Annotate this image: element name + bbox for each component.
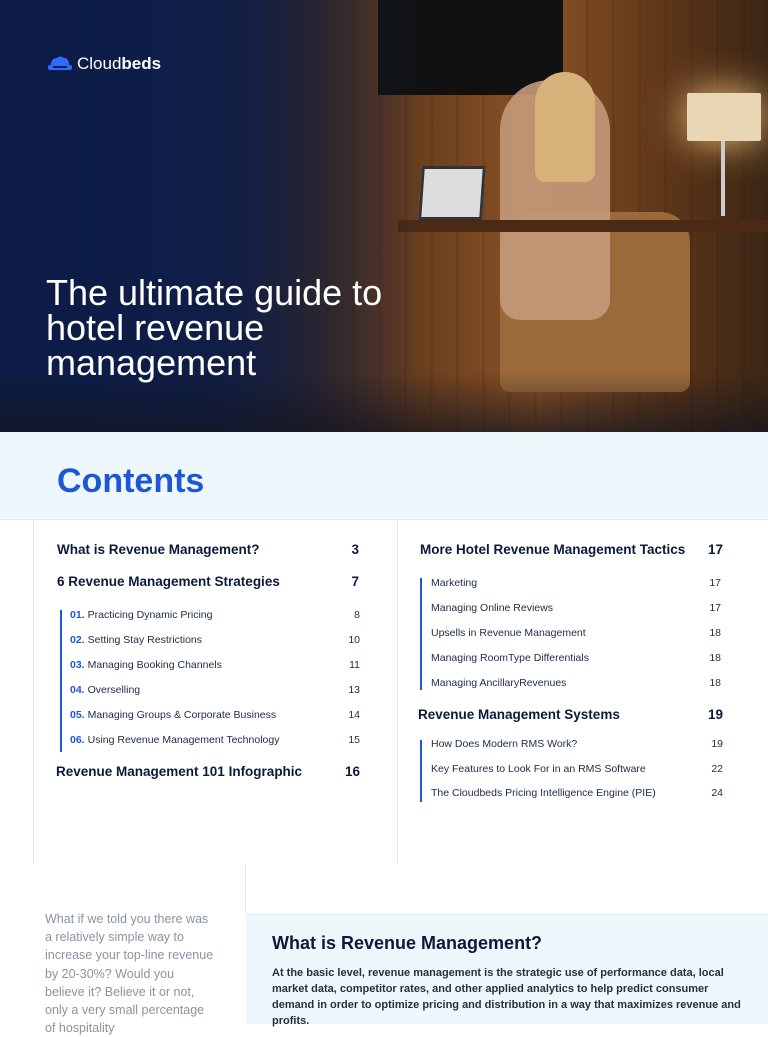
toc-group-bar	[420, 740, 422, 802]
intro-text: What if we told you there was a relative…	[45, 912, 214, 1036]
toc-item-text: Overselling	[87, 684, 141, 696]
toc-item-label: What is Revenue Management?	[57, 542, 260, 557]
toc-item-label: Marketing	[431, 577, 477, 589]
toc-item-page: 19	[707, 707, 723, 722]
toc-item-text: Marketing	[431, 577, 478, 589]
toc-item-label: Managing AncillaryRevenues	[431, 677, 566, 689]
toc-item-text: Key Features to Look For in an RMS Softw…	[431, 762, 646, 775]
toc-item-page: 17	[709, 577, 721, 589]
toc-item-page: 17	[707, 542, 723, 557]
toc-item[interactable]: How Does Modern RMS Work? 19	[431, 738, 723, 750]
toc-item-page: 3	[351, 542, 359, 557]
toc-item[interactable]: Revenue Management 101 Infographic 16	[56, 764, 360, 779]
toc-item-label: 04. Overselling	[70, 684, 140, 696]
logo-text-bold: beds	[121, 54, 162, 73]
toc-item-page: 15	[348, 734, 360, 746]
toc-item[interactable]: 06. Using Revenue Management Technology 15	[70, 734, 360, 746]
divider	[397, 520, 398, 864]
toc-item[interactable]: What is Revenue Management? 3	[57, 542, 359, 557]
toc-item-label: Managing Online Reviews	[431, 602, 553, 614]
toc-item[interactable]: 05. Managing Groups & Corporate Business 1…	[70, 709, 360, 721]
hero-banner: Cloudbeds The ultimate guide to hotel re…	[0, 0, 768, 432]
toc-item-label: How Does Modern RMS Work?	[431, 738, 577, 750]
toc-item-page: 16	[344, 764, 360, 779]
toc-item[interactable]: 6 Revenue Management Strategies 7	[57, 574, 359, 589]
toc-item-number: 05.	[70, 709, 85, 721]
divider	[245, 864, 246, 914]
toc-item-text: Revenue Management 101 Infographic	[56, 764, 303, 779]
toc-item-label: Upsells in Revenue Management	[431, 627, 586, 639]
toc-item-page: 8	[354, 609, 360, 621]
toc-item-label: 03. Managing Booking Channels	[70, 659, 222, 671]
toc-item-text: Practicing Dynamic Pricing	[87, 609, 213, 621]
toc-item-label: 6 Revenue Management Strategies	[57, 574, 280, 589]
toc-item[interactable]: Managing Online Reviews 17	[431, 602, 721, 614]
toc-item-label: Revenue Management 101 Infographic	[56, 764, 302, 779]
toc-item[interactable]: Upsells in Revenue Management 18	[431, 627, 721, 639]
toc-item-text: Upsells in Revenue Management	[431, 627, 586, 639]
toc-item-label: 02. Setting Stay Restrictions	[70, 634, 202, 646]
hero-title: The ultimate guide to hotel revenue mana…	[46, 272, 383, 383]
toc-item[interactable]: Key Features to Look For in an RMS Softw…	[431, 763, 723, 775]
toc-item-text: Managing AncillaryRevenues	[431, 677, 567, 689]
toc-item-label: Key Features to Look For in an RMS Softw…	[431, 763, 646, 775]
toc-item-page: 17	[709, 602, 721, 614]
toc-item-text: How Does Modern RMS Work?	[431, 738, 578, 750]
toc-item[interactable]: Managing RoomType Differentials 18	[431, 652, 721, 664]
toc-item[interactable]: 01. Practicing Dynamic Pricing 8	[70, 609, 360, 621]
toc-item-text: The Cloudbeds Pricing Intelligence Engin…	[431, 787, 656, 799]
toc-item[interactable]: The Cloudbeds Pricing Intelligence Engin…	[431, 787, 723, 799]
cloud-bed-icon	[48, 56, 72, 70]
toc-item-text: 6 Revenue Management Strategies	[57, 574, 280, 589]
toc-item-page: 24	[711, 787, 723, 799]
toc-item-page: 10	[348, 634, 360, 646]
toc-item-text: Managing Online Reviews	[431, 602, 553, 614]
toc-item-label: More Hotel Revenue Management Tactics	[420, 542, 685, 557]
toc-item-text: Using Revenue Management Technology	[87, 734, 280, 746]
divider	[33, 520, 34, 864]
toc-item-label: 05. Managing Groups & Corporate Business	[70, 709, 276, 721]
toc-item-page: 19	[711, 738, 723, 750]
toc-item-text: Revenue Management Systems	[418, 707, 620, 722]
toc-item-label: 06. Using Revenue Management Technology	[70, 734, 279, 746]
toc-item-label: Managing RoomType Differentials	[431, 652, 589, 664]
section-body: At the basic level, revenue management i…	[272, 967, 741, 1027]
toc-item-page: 11	[349, 659, 360, 671]
toc-item[interactable]: Marketing 17	[431, 577, 721, 589]
toc-item-number: 03.	[70, 659, 85, 671]
toc-item[interactable]: More Hotel Revenue Management Tactics 17	[420, 542, 723, 557]
toc-item-label: 01. Practicing Dynamic Pricing	[70, 609, 212, 621]
toc-item-text: Managing RoomType Differentials	[431, 652, 589, 664]
section-what-is-rm: What is Revenue Management? At the basic…	[246, 914, 768, 1027]
toc-item-number: 04.	[70, 684, 85, 696]
toc-group-bar	[60, 610, 62, 752]
toc-item[interactable]: 04. Overselling 13	[70, 684, 360, 696]
toc-item-page: 18	[709, 652, 721, 664]
toc-item-page: 14	[348, 709, 360, 721]
toc-item-number: 01.	[70, 609, 85, 621]
toc-item-page: 22	[711, 762, 723, 775]
toc-item-text: Managing Groups & Corporate Business	[87, 709, 277, 721]
contents-title: Contents	[57, 462, 205, 500]
toc-item[interactable]: 03. Managing Booking Channels 11	[70, 659, 360, 671]
toc-item-page: 18	[709, 677, 721, 689]
toc-item-number: 02.	[70, 634, 85, 646]
logo-text-regular: Cloud	[77, 54, 122, 73]
toc-item-text: More Hotel Revenue Management Tactics	[420, 542, 686, 557]
toc-item-text: What is Revenue Management?	[57, 542, 260, 557]
toc-item-number: 06.	[70, 734, 85, 746]
section-title: What is Revenue Management?	[272, 933, 543, 953]
toc-item-page: 18	[709, 627, 721, 639]
toc-item-label: The Cloudbeds Pricing Intelligence Engin…	[431, 787, 656, 799]
toc-group-bar	[420, 578, 422, 690]
toc-item[interactable]: Revenue Management Systems 19	[418, 707, 723, 722]
toc-item-text: Managing Booking Channels	[87, 659, 222, 671]
toc-item-text: Setting Stay Restrictions	[87, 634, 202, 646]
toc-item-page: 13	[348, 684, 360, 696]
toc-item[interactable]: 02. Setting Stay Restrictions 10	[70, 634, 360, 646]
toc-item[interactable]: Managing AncillaryRevenues 18	[431, 677, 721, 689]
toc-item-page: 7	[351, 574, 359, 589]
toc-item-label: Revenue Management Systems	[418, 707, 620, 722]
cloudbeds-logo[interactable]: Cloudbeds	[47, 54, 161, 74]
